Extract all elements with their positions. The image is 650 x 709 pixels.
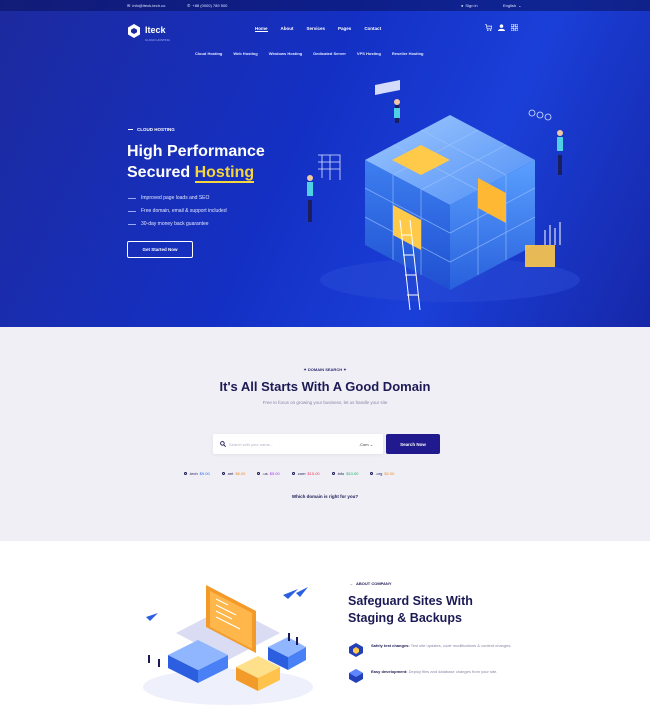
user-icon[interactable] [498, 24, 505, 31]
domain-title: It's All Starts With A Good Domain [219, 379, 431, 394]
hero-feature: Free domain, email & support included [128, 205, 227, 218]
hero-eyebrow: CLOUD HOSTING [128, 127, 175, 132]
laptop-illustration [143, 585, 313, 705]
radio-icon [221, 472, 225, 475]
brand-logo[interactable]: Iteck CLOUD HOSTING [127, 20, 170, 42]
chevron-down-icon: ⌄ [369, 442, 374, 447]
search-icon [220, 441, 226, 447]
tld-item[interactable]: .tech $9.00 [184, 471, 210, 476]
domain-eyebrow: ✦ DOMAIN SEARCH ✦ [303, 367, 347, 372]
menu-pages[interactable]: Pages [338, 26, 351, 32]
about-feature: Easy development: Deploy files and datab… [348, 668, 528, 684]
radio-icon [331, 472, 335, 475]
search-now-button[interactable]: Search Now [386, 434, 440, 454]
radio-icon [184, 472, 187, 475]
cube-icon [349, 669, 363, 683]
hero-title-highlight: Hosting [194, 164, 255, 183]
subnav-windows-hosting[interactable]: Windows Hosting [269, 51, 303, 56]
nav-icons [485, 24, 518, 31]
about-section [0, 541, 650, 709]
brand-name: Iteck [145, 25, 166, 35]
search-placeholder: Search with your name... [229, 442, 274, 447]
logo-icon [128, 24, 140, 38]
phone-icon: ✆ [187, 3, 191, 8]
cart-icon[interactable] [485, 24, 492, 31]
menu-services[interactable]: Services [307, 26, 326, 32]
grid-icon[interactable] [511, 24, 518, 31]
radio-icon [370, 472, 374, 475]
menu-about[interactable]: About [281, 26, 294, 32]
tld-item[interactable]: .org $2.00 [370, 471, 394, 476]
hero-feature: 30-day money back guarantee [128, 218, 227, 231]
tld-select[interactable]: .Com ⌄ [359, 442, 373, 447]
arrow-icon: → [349, 581, 353, 586]
menu-home[interactable]: Home [255, 26, 268, 32]
user-icon: ● [461, 3, 464, 8]
language-select[interactable]: English ⌄ [503, 3, 521, 8]
subnav-reseller-hosting[interactable]: Reseller Hosting [392, 51, 424, 56]
tld-item[interactable]: .com $15.00 [291, 471, 320, 476]
radio-icon [257, 472, 261, 475]
domain-subtitle: Free to focus on growing your business, … [262, 400, 388, 405]
get-started-button[interactable]: Get Started Now [127, 241, 193, 258]
hero-features: Improved page loads and SEO Free domain,… [128, 192, 227, 231]
phone-contact[interactable]: ✆ +88 (0000) 789 500 [187, 3, 227, 8]
about-title: Safeguard Sites With Staging & Backups [348, 594, 473, 625]
tld-price-list: .tech $9.00 .net $6.00 .us $5.00 .com $15.00 .in… [184, 471, 394, 476]
about-eyebrow: → ABOUT COMPANY [349, 581, 392, 586]
tld-item[interactable]: .net $6.00 [221, 471, 245, 476]
signin-link[interactable]: ● Sign in [461, 3, 478, 8]
brand-tagline: CLOUD HOSTING [145, 38, 171, 42]
mail-icon: ✉ [127, 3, 131, 8]
subnav-cloud-hosting[interactable]: Cloud Hosting [195, 51, 222, 56]
main-menu: Home About Services Pages Contact [255, 26, 381, 32]
hero-feature: Improved page loads and SEO [128, 192, 227, 205]
hero-cube-illustration [307, 80, 580, 311]
cube-icon [349, 643, 363, 657]
hero-section: ✉ info@iteck-tech.co ✆ +88 (0000) 789 500 … [0, 0, 650, 327]
menu-contact[interactable]: Contact [364, 26, 381, 32]
radio-icon [291, 472, 295, 475]
email-contact[interactable]: ✉ info@iteck-tech.co [127, 3, 165, 8]
subnav-web-hosting[interactable]: Web Hosting [233, 51, 257, 56]
subnav-dedicated-server[interactable]: Dedicated Server [313, 51, 346, 56]
hero-title: High Performance Secured Hosting [127, 143, 265, 183]
tld-item[interactable]: .info $10.00 [331, 471, 358, 476]
domain-help-link[interactable]: Which domain is right for you? [0, 494, 650, 499]
hosting-subnav: Cloud Hosting Web Hosting Windows Hostin… [195, 51, 424, 56]
top-bar: ✉ info@iteck-tech.co ✆ +88 (0000) 789 500 … [0, 0, 650, 11]
subnav-vps-hosting[interactable]: VPS Hosting [357, 51, 381, 56]
domain-search-input[interactable]: Search with your name... .Com ⌄ [213, 434, 383, 454]
about-feature: Safely test changes: Test site updates, … [348, 642, 528, 658]
tld-item[interactable]: .us $5.00 [257, 471, 280, 476]
chevron-down-icon: ⌄ [518, 3, 522, 8]
